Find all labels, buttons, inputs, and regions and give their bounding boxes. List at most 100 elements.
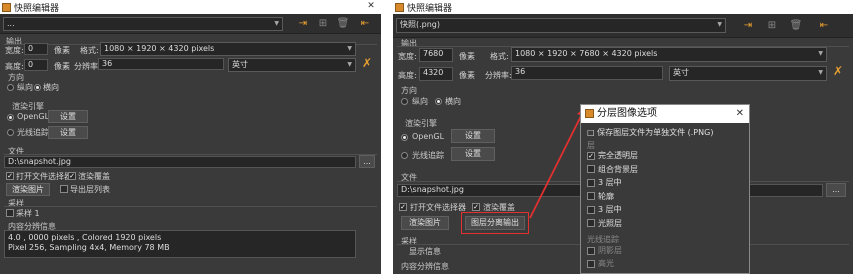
units-select[interactable]: 英寸 ▼: [669, 66, 827, 81]
section-info: 内容分辨信息: [401, 262, 449, 271]
resolution-field[interactable]: 36: [511, 66, 663, 80]
portrait-label: 纵向: [17, 83, 33, 92]
add-icon[interactable]: ⊞: [316, 17, 330, 31]
option-label: 阴影层: [598, 246, 622, 255]
section-direction: 方向: [401, 86, 417, 95]
raytrace-label: 光线追踪: [412, 151, 444, 160]
chevron-down-icon: ▼: [818, 50, 823, 57]
height-label: 高度:: [398, 71, 417, 80]
layers-checkbox[interactable]: [60, 185, 68, 193]
option-checkbox[interactable]: [587, 178, 595, 187]
export-icon[interactable]: ⇤: [358, 17, 372, 31]
raytrace-settings-button[interactable]: 设置: [451, 147, 495, 161]
divider: [4, 154, 377, 155]
layer-options-dialog: 分层图像选项 ✕ □ 保存图层文件为单独文件 (.PNG) 层 ✓ 完全透明层 组合…: [580, 104, 750, 274]
height-field[interactable]: 4320: [419, 67, 453, 81]
option-checkbox[interactable]: [587, 259, 595, 268]
width-field[interactable]: 7680: [419, 48, 453, 62]
landscape-label: 横向: [43, 83, 59, 92]
opengl-radio[interactable]: [7, 114, 14, 121]
raytrace-label: 光线追踪: [17, 128, 49, 137]
close-icon[interactable]: ✕: [361, 0, 381, 14]
browse-button[interactable]: ...: [826, 183, 846, 197]
delete-icon[interactable]: 🗑: [789, 19, 803, 33]
option-item[interactable]: 组合背景层: [587, 164, 638, 175]
add-icon[interactable]: ⊞: [765, 19, 779, 33]
landscape-radio[interactable]: [435, 98, 442, 105]
landscape-label: 横向: [445, 97, 461, 106]
height-field[interactable]: 0: [24, 59, 48, 71]
opengl-settings-button[interactable]: 设置: [48, 110, 88, 123]
resolution-label: 分辨率:: [74, 62, 101, 71]
portrait-label: 纵向: [412, 97, 428, 106]
close-icon[interactable]: ✕: [736, 105, 744, 123]
ray-group-label: 光线追踪: [587, 235, 619, 244]
format-label: 格式:: [80, 46, 99, 55]
option-item[interactable]: 阴影层: [587, 245, 622, 256]
export-icon[interactable]: ⇤: [817, 19, 831, 33]
delete-icon[interactable]: 🗑: [336, 17, 350, 31]
option-checkbox[interactable]: [587, 205, 595, 214]
app-icon: [395, 2, 404, 12]
option-item[interactable]: 3 层中: [587, 204, 622, 215]
option-item[interactable]: 轮廓: [587, 191, 614, 202]
overlay-checkbox[interactable]: ✓: [472, 203, 480, 211]
divider: [4, 206, 377, 207]
dialog-title-bar: 分层图像选项 ✕: [581, 105, 749, 123]
option-item[interactable]: ✓ 完全透明层: [587, 150, 638, 161]
height-unit: 像素: [459, 71, 475, 80]
units-select[interactable]: 英寸 ▼: [228, 58, 356, 72]
width-field[interactable]: 0: [24, 43, 48, 55]
preset-select[interactable]: ... ▼: [3, 17, 283, 31]
raytrace-settings-button[interactable]: 设置: [48, 126, 88, 139]
opengl-settings-button[interactable]: 设置: [451, 129, 495, 143]
option-label: 光照层: [598, 218, 622, 228]
render-button[interactable]: 渲染图片: [401, 216, 449, 230]
option-checkbox[interactable]: [587, 192, 595, 200]
option-checkbox[interactable]: [587, 219, 595, 227]
option-checkbox[interactable]: [587, 165, 595, 173]
width-unit: 像素: [459, 52, 475, 61]
landscape-radio[interactable]: [34, 84, 41, 91]
wrench-icon[interactable]: ✗: [362, 56, 372, 70]
width-label: 宽度:: [398, 52, 417, 61]
option-label: 组合背景层: [598, 164, 638, 174]
option-item[interactable]: 3 层中: [587, 177, 622, 188]
format-label: 格式:: [490, 52, 509, 61]
option-label: 3 层中: [598, 205, 622, 214]
preset-select[interactable]: 快照(.png) ▼: [396, 18, 726, 33]
option-checkbox[interactable]: [587, 246, 595, 255]
portrait-radio[interactable]: [7, 84, 14, 91]
section-renderer: 渲染引擎: [405, 119, 437, 128]
format-select[interactable]: 1080 × 1920 × 4320 pixels ▼: [100, 42, 356, 56]
resolution-field[interactable]: 36: [98, 58, 224, 70]
raytrace-radio[interactable]: [7, 129, 14, 136]
open-file-checkbox[interactable]: ✓: [6, 172, 14, 180]
import-icon[interactable]: ⇥: [296, 17, 310, 31]
file-path-field[interactable]: D:\snapshot.jpg: [4, 156, 356, 168]
option-label: 轮廓: [598, 191, 614, 201]
open-file-checkbox[interactable]: ✓: [399, 203, 407, 211]
dialog-title: 分层图像选项: [597, 108, 657, 119]
capture-label: 采样 1: [16, 209, 40, 218]
option-item[interactable]: 高光: [587, 258, 614, 269]
overlay-checkbox[interactable]: ✓: [68, 172, 76, 180]
section-output: 输出: [401, 39, 417, 48]
option-item[interactable]: 光照层: [587, 218, 622, 229]
option-checkbox[interactable]: ✓: [587, 151, 595, 160]
format-select[interactable]: 1080 × 1920 × 7680 × 4320 pixels ▼: [511, 47, 827, 62]
chevron-down-icon: ▼: [818, 69, 823, 76]
portrait-radio[interactable]: [401, 98, 408, 105]
save-separate-option[interactable]: □ 保存图层文件为单独文件 (.PNG): [587, 127, 713, 138]
raytrace-radio[interactable]: [401, 152, 408, 159]
format-value: 1080 × 1920 × 4320 pixels: [104, 44, 215, 53]
section-renderer: 渲染引擎: [12, 102, 44, 111]
render-button[interactable]: 渲染图片: [6, 183, 50, 196]
height-label: 高度:: [5, 62, 24, 71]
browse-button[interactable]: ...: [359, 155, 375, 168]
app-icon: [2, 2, 11, 12]
wrench-icon[interactable]: ✗: [833, 64, 843, 78]
opengl-radio[interactable]: [401, 134, 408, 141]
capture-checkbox[interactable]: [6, 209, 14, 217]
import-icon[interactable]: ⇥: [741, 19, 755, 33]
